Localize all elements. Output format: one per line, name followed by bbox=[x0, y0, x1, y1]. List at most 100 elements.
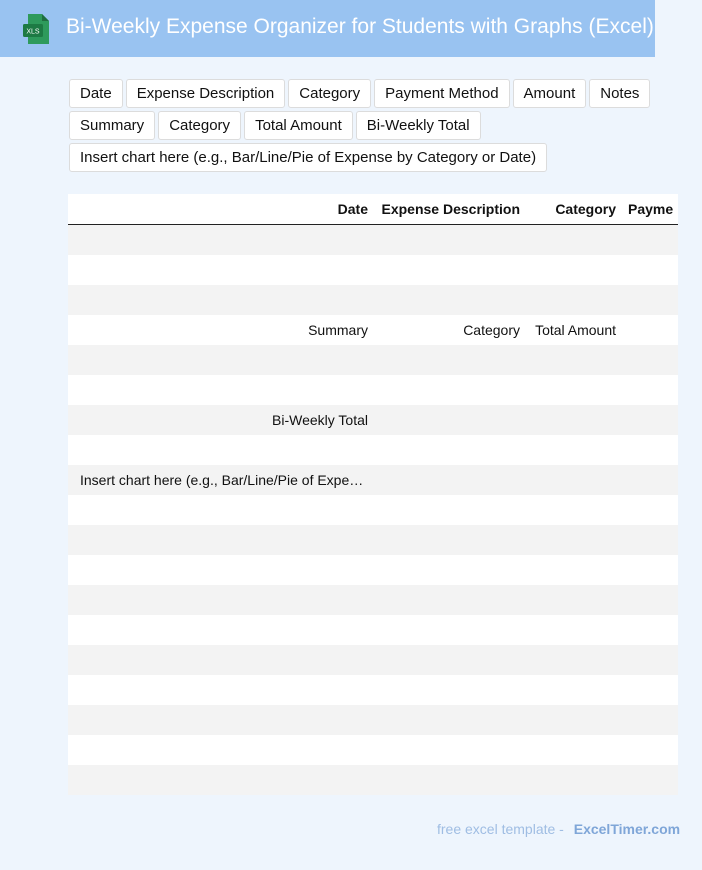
table-cell[interactable] bbox=[374, 465, 526, 495]
table-cell[interactable] bbox=[526, 345, 622, 375]
table-cell[interactable] bbox=[374, 765, 526, 795]
table-cell[interactable] bbox=[622, 405, 678, 435]
table-cell[interactable] bbox=[622, 435, 678, 465]
table-cell[interactable]: Summary bbox=[74, 315, 374, 345]
chip-date[interactable]: Date bbox=[69, 79, 123, 108]
table-cell[interactable] bbox=[622, 224, 678, 255]
chip-amount[interactable]: Amount bbox=[512, 79, 587, 108]
table-cell[interactable] bbox=[74, 765, 374, 795]
header-row: Date Expense Description Category Payme bbox=[68, 194, 678, 225]
table-cell[interactable] bbox=[374, 495, 526, 525]
table-cell[interactable] bbox=[74, 735, 374, 765]
table-cell[interactable] bbox=[374, 555, 526, 585]
table-cell[interactable] bbox=[374, 615, 526, 645]
table-cell[interactable] bbox=[74, 525, 374, 555]
table-cell[interactable] bbox=[374, 435, 526, 465]
table-cell[interactable]: Total Amount bbox=[526, 315, 622, 345]
table-cell[interactable] bbox=[526, 255, 622, 285]
table-cell[interactable] bbox=[374, 375, 526, 405]
table-cell[interactable] bbox=[526, 645, 622, 675]
table-cell[interactable] bbox=[622, 525, 678, 555]
table-cell[interactable] bbox=[74, 224, 374, 255]
table-cell[interactable] bbox=[526, 435, 622, 465]
table-cell[interactable] bbox=[374, 224, 526, 255]
table-row: 4 bbox=[68, 345, 678, 375]
table-cell[interactable] bbox=[74, 435, 374, 465]
chip-summary-category[interactable]: Category bbox=[158, 111, 242, 140]
chip-summary[interactable]: Summary bbox=[69, 111, 156, 140]
table-cell[interactable] bbox=[74, 495, 374, 525]
chip-insert-chart[interactable]: Insert chart here (e.g., Bar/Line/Pie of… bbox=[69, 143, 548, 172]
table-cell[interactable] bbox=[622, 675, 678, 705]
table-cell[interactable] bbox=[526, 285, 622, 315]
table-cell[interactable] bbox=[526, 615, 622, 645]
table-cell[interactable] bbox=[622, 765, 678, 795]
table-cell[interactable] bbox=[374, 585, 526, 615]
table-cell[interactable] bbox=[74, 705, 374, 735]
table-cell[interactable] bbox=[74, 375, 374, 405]
table-cell[interactable] bbox=[74, 555, 374, 585]
table-cell[interactable] bbox=[374, 735, 526, 765]
table-cell[interactable]: Bi-Weekly Total bbox=[74, 405, 374, 435]
column-header-expense-description[interactable]: Expense Description bbox=[374, 194, 526, 225]
table-cell[interactable] bbox=[622, 705, 678, 735]
column-header-date[interactable]: Date bbox=[74, 194, 374, 225]
table-cell[interactable] bbox=[526, 495, 622, 525]
table-cell[interactable] bbox=[526, 705, 622, 735]
table-cell[interactable] bbox=[526, 555, 622, 585]
table-row: 8 bbox=[68, 765, 678, 795]
table-cell[interactable] bbox=[622, 285, 678, 315]
table-cell[interactable] bbox=[374, 525, 526, 555]
table-cell[interactable]: Insert chart here (e.g., Bar/Line/Pie of… bbox=[74, 465, 374, 495]
table-cell[interactable] bbox=[374, 705, 526, 735]
table-row: 3 bbox=[68, 615, 678, 645]
chip-notes[interactable]: Notes bbox=[589, 79, 651, 108]
column-header-payment-method[interactable]: Payme bbox=[622, 194, 678, 225]
table-cell[interactable] bbox=[74, 585, 374, 615]
table-cell[interactable] bbox=[622, 375, 678, 405]
table-cell[interactable] bbox=[74, 255, 374, 285]
table-cell[interactable] bbox=[374, 255, 526, 285]
table-row: 1 bbox=[68, 555, 678, 585]
table-cell[interactable] bbox=[526, 465, 622, 495]
chip-bi-weekly-total[interactable]: Bi-Weekly Total bbox=[355, 111, 481, 140]
table-cell[interactable] bbox=[74, 345, 374, 375]
table-cell[interactable] bbox=[74, 285, 374, 315]
table-cell[interactable] bbox=[374, 345, 526, 375]
table-cell[interactable] bbox=[622, 255, 678, 285]
table-cell[interactable] bbox=[526, 224, 622, 255]
table-cell[interactable]: Category bbox=[374, 315, 526, 345]
column-header-category[interactable]: Category bbox=[526, 194, 622, 225]
table-cell[interactable] bbox=[526, 585, 622, 615]
table-cell[interactable] bbox=[526, 525, 622, 555]
excel-file-icon: XLS bbox=[23, 14, 49, 44]
table-cell[interactable] bbox=[526, 765, 622, 795]
chip-expense-description[interactable]: Expense Description bbox=[125, 79, 286, 108]
table-cell[interactable] bbox=[526, 735, 622, 765]
table-cell[interactable] bbox=[74, 675, 374, 705]
spreadsheet-table[interactable]: Date Expense Description Category Payme … bbox=[68, 194, 678, 795]
table-cell[interactable] bbox=[622, 615, 678, 645]
table-cell[interactable] bbox=[526, 375, 622, 405]
table-cell[interactable] bbox=[622, 495, 678, 525]
table-cell[interactable] bbox=[622, 345, 678, 375]
table-cell[interactable] bbox=[374, 285, 526, 315]
footer-brand-link[interactable]: ExcelTimer.com bbox=[574, 821, 680, 837]
table-cell[interactable] bbox=[622, 555, 678, 585]
table-cell[interactable] bbox=[374, 645, 526, 675]
table-cell[interactable] bbox=[374, 675, 526, 705]
table-cell[interactable] bbox=[526, 675, 622, 705]
chip-category[interactable]: Category bbox=[288, 79, 372, 108]
table-cell[interactable] bbox=[374, 405, 526, 435]
table-cell[interactable] bbox=[622, 465, 678, 495]
table-cell[interactable] bbox=[622, 645, 678, 675]
table-cell[interactable] bbox=[526, 405, 622, 435]
table-cell[interactable] bbox=[622, 315, 678, 345]
table-cell[interactable] bbox=[74, 645, 374, 675]
chip-total-amount[interactable]: Total Amount bbox=[244, 111, 353, 140]
chip-payment-method[interactable]: Payment Method bbox=[374, 79, 510, 108]
table-cell[interactable] bbox=[622, 735, 678, 765]
table-cell[interactable] bbox=[622, 585, 678, 615]
table-cell[interactable] bbox=[74, 615, 374, 645]
footer: free excel template - ExcelTimer.com bbox=[437, 821, 680, 837]
